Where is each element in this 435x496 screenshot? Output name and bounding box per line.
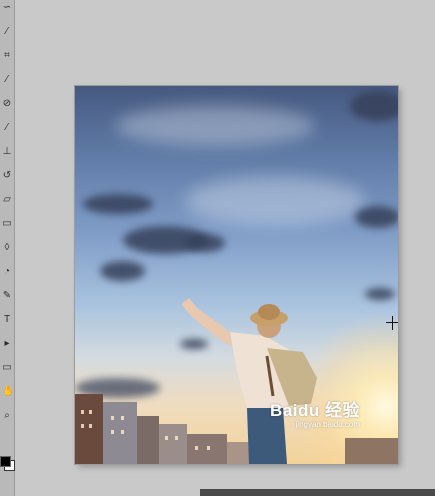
magic-wand-icon[interactable]: ⁄ (2, 26, 12, 38)
hiker-figure (181, 298, 317, 464)
eyedropper-icon[interactable]: ⁄ (2, 74, 12, 86)
healing-brush-icon[interactable]: ⊘ (2, 98, 12, 110)
document-canvas[interactable]: Baidu 经验 jingyan.baidu.com (75, 86, 398, 464)
type-icon[interactable]: T (2, 314, 12, 326)
cloud (355, 206, 398, 228)
cloud (365, 288, 395, 300)
status-bar (200, 489, 435, 496)
crosshair-cursor (386, 316, 398, 330)
watermark-url: jingyan.baidu.com (295, 420, 360, 429)
gradient-icon[interactable]: ▭ (2, 218, 12, 230)
cloud (350, 91, 398, 121)
cloud (185, 234, 225, 252)
foreground-color-swatch[interactable] (0, 456, 11, 467)
history-brush-icon[interactable]: ↺ (2, 170, 12, 182)
shape-icon[interactable]: ▭ (2, 362, 12, 374)
building (103, 402, 137, 464)
lasso-icon[interactable]: ∽ (2, 2, 12, 14)
pen-icon[interactable]: ✎ (2, 290, 12, 302)
tools-panel: ∽ ⁄ ⌗ ⁄ ⊘ ⁄ ⊥ ↺ ▱ ▭ ◊ ◔ ✎ T ▸ ▭ ✋ ⌕ (0, 0, 15, 496)
blur-icon[interactable]: ◊ (2, 242, 12, 254)
clone-stamp-icon[interactable]: ⊥ (2, 146, 12, 158)
zoom-icon[interactable]: ⌕ (2, 410, 12, 422)
brush-icon[interactable]: ⁄ (2, 122, 12, 134)
building (137, 416, 159, 464)
dodge-icon[interactable]: ◔ (2, 266, 12, 278)
cloud (100, 261, 145, 281)
eraser-icon[interactable]: ▱ (2, 194, 12, 206)
hand-icon[interactable]: ✋ (2, 386, 14, 398)
cloud (83, 194, 153, 214)
building (345, 438, 398, 464)
path-selection-icon[interactable]: ▸ (2, 338, 12, 350)
baidu-watermark: Baidu 经验 jingyan.baidu.com (270, 402, 360, 430)
crop-icon[interactable]: ⌗ (2, 50, 12, 62)
building (75, 394, 103, 464)
watermark-logo: Baidu 经验 (270, 401, 360, 420)
